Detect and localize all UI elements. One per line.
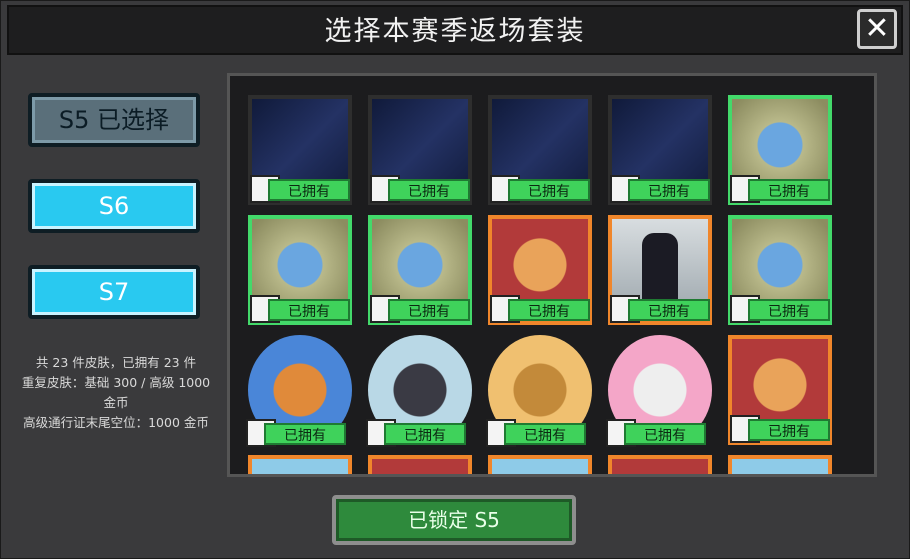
skin-card[interactable]: 已拥有	[248, 215, 352, 325]
info-pass: 高级通行证末尾空位：1000 金币	[23, 415, 209, 430]
skin-card[interactable]: 已拥有	[486, 335, 592, 447]
skin-card[interactable]: 已拥有	[488, 215, 592, 325]
season-button-s7[interactable]: S7	[28, 265, 200, 319]
owned-badge: 已拥有	[748, 299, 830, 321]
skin-card[interactable]	[488, 455, 592, 474]
skin-card[interactable]	[368, 455, 472, 474]
skin-card[interactable]	[248, 455, 352, 474]
skin-card[interactable]: 已拥有	[368, 95, 472, 205]
skin-grid[interactable]: 已拥有 已拥有 已拥有 已拥有 已拥有 已拥有 已拥有 已拥有 已拥有 已拥有 …	[227, 73, 877, 477]
skin-card[interactable]: 已拥有	[248, 95, 352, 205]
season-button-s6[interactable]: S6	[28, 179, 200, 233]
owned-badge: 已拥有	[628, 299, 710, 321]
owned-badge: 已拥有	[508, 179, 590, 201]
skin-card[interactable]: 已拥有	[368, 215, 472, 325]
skin-card[interactable]: 已拥有	[728, 95, 832, 205]
skin-card[interactable]	[728, 455, 832, 474]
owned-badge: 已拥有	[264, 423, 346, 445]
skin-select-window: 选择本赛季返场套装 ✕ S5 已选择 S6 S7 共 23 件皮肤，已拥有 23…	[0, 0, 910, 559]
owned-badge: 已拥有	[748, 419, 830, 441]
owned-badge: 已拥有	[268, 299, 350, 321]
window-title: 选择本赛季返场套装	[324, 16, 586, 47]
skin-card[interactable]: 已拥有	[246, 335, 352, 447]
skin-card[interactable]: 已拥有	[488, 95, 592, 205]
owned-badge: 已拥有	[748, 179, 830, 201]
owned-badge: 已拥有	[628, 179, 710, 201]
skin-card[interactable]	[608, 455, 712, 474]
skin-card[interactable]: 已拥有	[608, 215, 712, 325]
skin-card[interactable]: 已拥有	[728, 335, 832, 445]
skin-card[interactable]: 已拥有	[366, 335, 472, 447]
owned-badge: 已拥有	[388, 299, 470, 321]
owned-badge: 已拥有	[504, 423, 586, 445]
close-icon[interactable]: ✕	[857, 9, 897, 49]
skin-card[interactable]: 已拥有	[728, 215, 832, 325]
owned-badge: 已拥有	[384, 423, 466, 445]
owned-badge: 已拥有	[388, 179, 470, 201]
owned-badge: 已拥有	[624, 423, 706, 445]
locked-season-button[interactable]: 已锁定 S5	[332, 495, 576, 545]
owned-badge: 已拥有	[268, 179, 350, 201]
info-duplicate: 重复皮肤：基础 300 / 高级 1000 金币	[21, 375, 211, 410]
title-bar: 选择本赛季返场套装	[7, 5, 903, 55]
info-total: 共 23 件皮肤，已拥有 23 件	[35, 355, 197, 370]
skin-card[interactable]: 已拥有	[606, 335, 712, 447]
skin-card[interactable]: 已拥有	[608, 95, 712, 205]
season-button-s5[interactable]: S5 已选择	[28, 93, 200, 147]
season-info: 共 23 件皮肤，已拥有 23 件 重复皮肤：基础 300 / 高级 1000 …	[21, 353, 211, 433]
owned-badge: 已拥有	[508, 299, 590, 321]
